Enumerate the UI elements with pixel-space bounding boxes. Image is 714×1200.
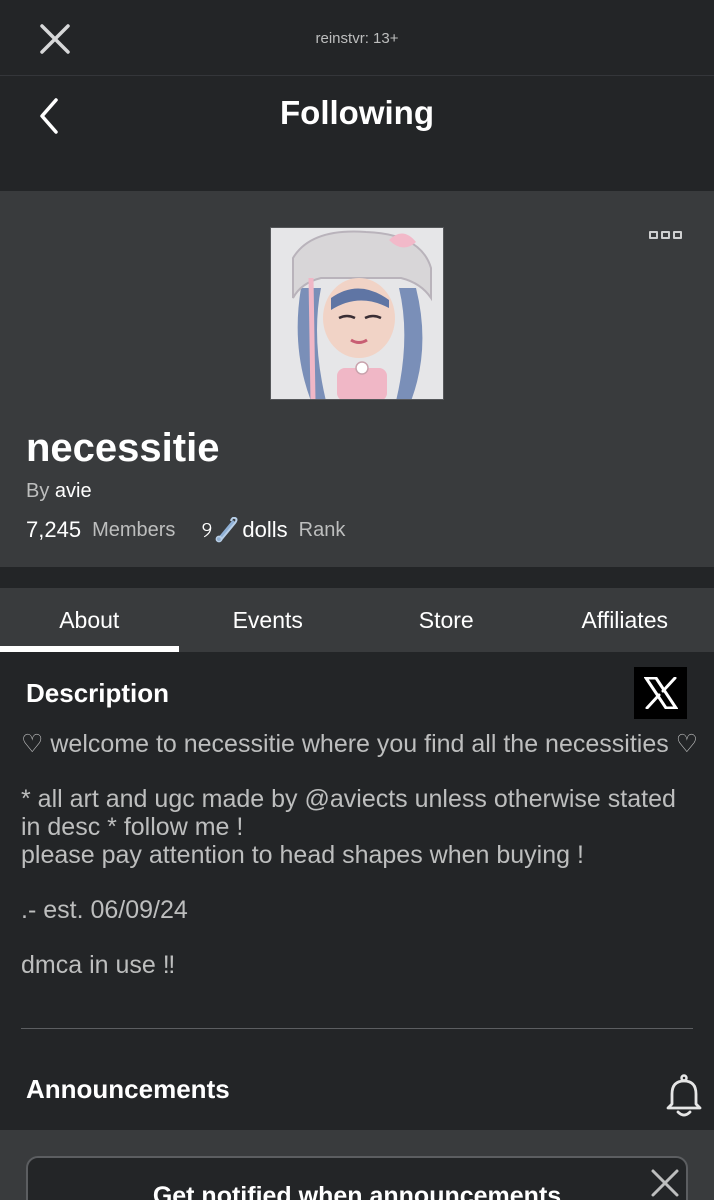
more-options-icon[interactable] xyxy=(649,231,685,245)
group-stats: 7,245 Members ୨ dolls Rank xyxy=(26,515,345,545)
bell-icon[interactable] xyxy=(664,1074,704,1118)
top-bar: reinstvr: 13+ xyxy=(0,0,714,76)
notification-text: Get notified when announcements xyxy=(152,1182,562,1200)
group-name: necessitie xyxy=(26,426,220,470)
by-label: By xyxy=(26,480,50,502)
description-line: ♡ welcome to necessitie where you find a… xyxy=(21,730,699,758)
description-text: ♡ welcome to necessitie where you find a… xyxy=(21,730,701,1006)
notification-card: Get notified when announcements xyxy=(26,1156,688,1200)
owner-link[interactable]: avie xyxy=(55,480,92,502)
description-line: * all art and ugc made by @aviects unles… xyxy=(21,785,676,869)
rank-label: Rank xyxy=(298,518,346,541)
close-icon[interactable] xyxy=(648,1166,682,1200)
group-header: necessitie By avie 7,245 Members ୨ dolls… xyxy=(0,191,714,567)
safety-pin-icon xyxy=(215,517,238,543)
announcements-title: Announcements xyxy=(26,1074,230,1104)
tab-affiliates[interactable]: Affiliates xyxy=(536,588,714,652)
description-line: dmca in use ‼ xyxy=(21,951,176,979)
tab-store[interactable]: Store xyxy=(357,588,536,652)
rank-value: ୨ dolls xyxy=(201,517,288,543)
members-label: Members xyxy=(92,518,176,541)
tab-events[interactable]: Events xyxy=(179,588,358,652)
top-bar-title: reinstvr: 13+ xyxy=(315,30,399,47)
members-count: 7,245 xyxy=(26,517,82,542)
notification-area: Get notified when announcements xyxy=(0,1130,714,1200)
description-title: Description xyxy=(26,678,170,708)
nav-bar: Following xyxy=(0,76,714,191)
rank-name: dolls xyxy=(242,517,288,542)
rank-prefix: ୨ xyxy=(201,517,213,542)
about-section: Description ♡ welcome to necessitie wher… xyxy=(0,652,714,1130)
page-title: Following xyxy=(280,94,434,131)
x-logo-icon[interactable] xyxy=(634,667,687,719)
divider xyxy=(21,1028,693,1029)
tab-about[interactable]: About xyxy=(0,588,179,652)
description-line: .- est. 06/09/24 xyxy=(21,896,188,924)
group-avatar-image xyxy=(270,227,444,400)
tab-bar: About Events Store Affiliates xyxy=(0,588,714,652)
owner-line: By avie xyxy=(26,480,92,503)
